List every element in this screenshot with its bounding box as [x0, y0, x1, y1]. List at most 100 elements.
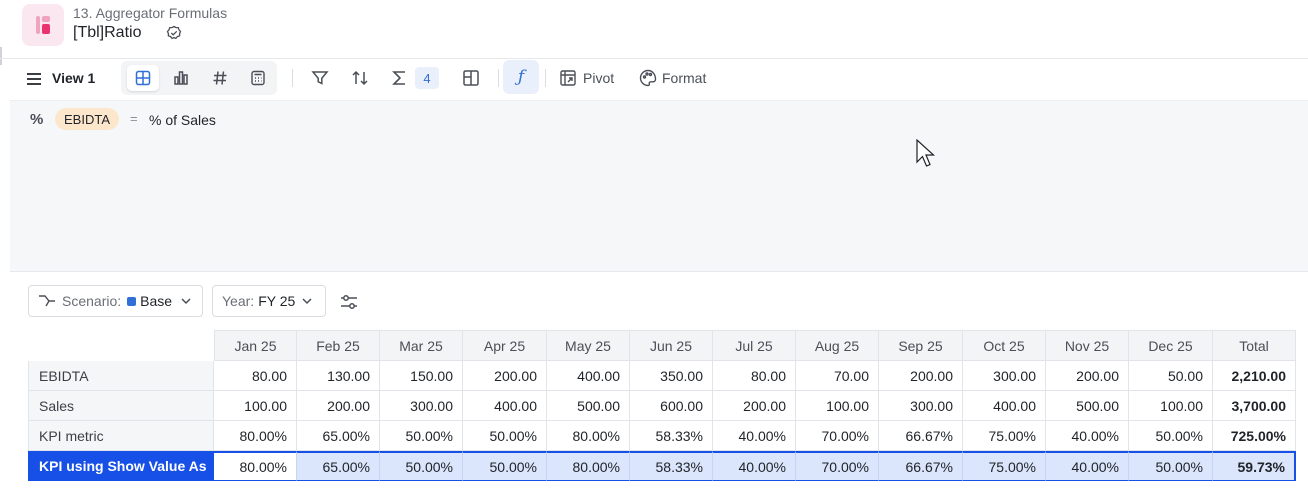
table-cell[interactable]: 80.00% [547, 451, 630, 481]
calculator-view-button[interactable] [242, 65, 274, 91]
table-cell[interactable]: 50.00% [380, 451, 463, 481]
row-header[interactable]: KPI using Show Value As [28, 451, 214, 481]
sliders-icon[interactable] [338, 291, 360, 313]
table-cell[interactable]: 100.00 [1129, 391, 1213, 421]
kpi-view-button[interactable] [204, 65, 236, 91]
table-cell[interactable]: 66.67% [879, 451, 963, 481]
scenario-filter[interactable]: Scenario: Base [28, 285, 203, 317]
table-cell[interactable]: 200.00 [1046, 361, 1129, 391]
row-header[interactable]: Sales [28, 391, 214, 421]
table-cell[interactable]: 200.00 [879, 361, 963, 391]
column-header[interactable]: Total [1213, 330, 1296, 361]
table-cell[interactable]: 75.00% [963, 421, 1046, 451]
table-cell[interactable]: 50.00% [463, 451, 547, 481]
table-cell[interactable]: 70.00 [796, 361, 879, 391]
table-cell[interactable]: 150.00 [380, 361, 463, 391]
palette-icon[interactable] [638, 68, 658, 88]
total-cell[interactable]: 59.73% [1213, 451, 1296, 481]
kpi-number-icon [213, 71, 227, 85]
column-header[interactable]: Apr 25 [463, 330, 547, 361]
column-header[interactable]: Jul 25 [713, 330, 796, 361]
row-header[interactable]: EBIDTA [28, 361, 214, 391]
column-header[interactable]: Jan 25 [214, 330, 297, 361]
table-cell[interactable]: 80.00 [214, 361, 297, 391]
table-cell[interactable]: 40.00% [713, 421, 796, 451]
total-cell[interactable]: 2,210.00 [1213, 361, 1296, 391]
view-name[interactable]: View 1 [52, 70, 95, 86]
table-cell[interactable]: 50.00% [380, 421, 463, 451]
column-header[interactable]: Aug 25 [796, 330, 879, 361]
sort-icon[interactable] [351, 69, 369, 87]
table-cell[interactable]: 400.00 [963, 391, 1046, 421]
table-cell[interactable]: 100.00 [214, 391, 297, 421]
table-cell[interactable]: 200.00 [297, 391, 380, 421]
table-cell[interactable]: 65.00% [297, 451, 380, 481]
table-cell[interactable]: 58.33% [630, 421, 713, 451]
table-cell[interactable]: 80.00% [214, 421, 297, 451]
table-cell[interactable]: 400.00 [463, 391, 547, 421]
table-cell[interactable]: 100.00 [796, 391, 879, 421]
formula-editor[interactable]: % EBIDTA = % of Sales [10, 100, 1308, 272]
visualization-switcher [121, 61, 277, 95]
table-cell[interactable]: 500.00 [1046, 391, 1129, 421]
table-cell[interactable]: 400.00 [547, 361, 630, 391]
table-cell[interactable]: 70.00% [796, 421, 879, 451]
table-cell[interactable]: 600.00 [630, 391, 713, 421]
scenario-color-swatch [127, 296, 137, 306]
grid-view-icon [135, 70, 151, 86]
table-cell[interactable]: 350.00 [630, 361, 713, 391]
table-cell[interactable]: 300.00 [380, 391, 463, 421]
chart-view-button[interactable] [165, 65, 197, 91]
aggregations-count-badge[interactable]: 4 [415, 67, 439, 89]
table-cell[interactable]: 40.00% [1046, 451, 1129, 481]
table-cell[interactable]: 300.00 [879, 391, 963, 421]
table-cell[interactable]: 500.00 [547, 391, 630, 421]
year-filter-value: FY 25 [258, 293, 296, 309]
column-header[interactable]: May 25 [547, 330, 630, 361]
grid-view-button[interactable] [127, 65, 159, 91]
sigma-icon[interactable] [391, 69, 409, 87]
table-cell[interactable]: 66.67% [879, 421, 963, 451]
column-header[interactable]: Nov 25 [1046, 330, 1129, 361]
column-header[interactable]: Sep 25 [879, 330, 963, 361]
table-cell[interactable]: 40.00% [1046, 421, 1129, 451]
column-header[interactable]: Oct 25 [963, 330, 1046, 361]
table-cell[interactable]: 50.00 [1129, 361, 1213, 391]
column-header[interactable]: Dec 25 [1129, 330, 1213, 361]
hamburger-menu-icon[interactable] [24, 69, 44, 89]
column-header[interactable]: Feb 25 [297, 330, 380, 361]
table-cell[interactable]: 40.00% [713, 451, 796, 481]
breadcrumb[interactable]: 13. Aggregator Formulas [73, 5, 227, 21]
format-percent-indicator[interactable]: % [30, 111, 43, 128]
table-cell[interactable]: 130.00 [297, 361, 380, 391]
pivot-button[interactable]: Pivot [583, 70, 614, 86]
app-logo-icon[interactable] [22, 4, 64, 46]
column-header[interactable]: Jun 25 [630, 330, 713, 361]
table-cell[interactable]: 200.00 [463, 361, 547, 391]
table-cell[interactable]: 200.00 [713, 391, 796, 421]
formula-target-token[interactable]: EBIDTA [55, 108, 119, 130]
table-cell[interactable]: 75.00% [963, 451, 1046, 481]
total-cell[interactable]: 725.00% [1213, 421, 1296, 451]
table-cell[interactable]: 80.00% [214, 451, 297, 481]
column-header[interactable]: Mar 25 [380, 330, 463, 361]
table-cell[interactable]: 58.33% [630, 451, 713, 481]
table-cell[interactable]: 80.00% [547, 421, 630, 451]
table-cell[interactable]: 50.00% [1129, 421, 1213, 451]
formula-fx-button[interactable]: ƒ [503, 60, 539, 94]
table-cell[interactable]: 70.00% [796, 451, 879, 481]
table-cell[interactable]: 65.00% [297, 421, 380, 451]
table-cell[interactable]: 80.00 [713, 361, 796, 391]
layout-icon[interactable] [462, 69, 480, 87]
pivot-icon[interactable] [559, 69, 577, 87]
total-cell[interactable]: 3,700.00 [1213, 391, 1296, 421]
format-button[interactable]: Format [662, 70, 706, 86]
row-header[interactable]: KPI metric [28, 421, 214, 451]
year-filter[interactable]: Year: FY 25 [212, 285, 326, 317]
table-cell[interactable]: 50.00% [1129, 451, 1213, 481]
formula-expression[interactable]: % of Sales [149, 112, 216, 128]
table-cell[interactable]: 50.00% [463, 421, 547, 451]
filter-icon[interactable] [311, 69, 329, 87]
certified-badge-icon[interactable] [166, 25, 182, 41]
table-cell[interactable]: 300.00 [963, 361, 1046, 391]
